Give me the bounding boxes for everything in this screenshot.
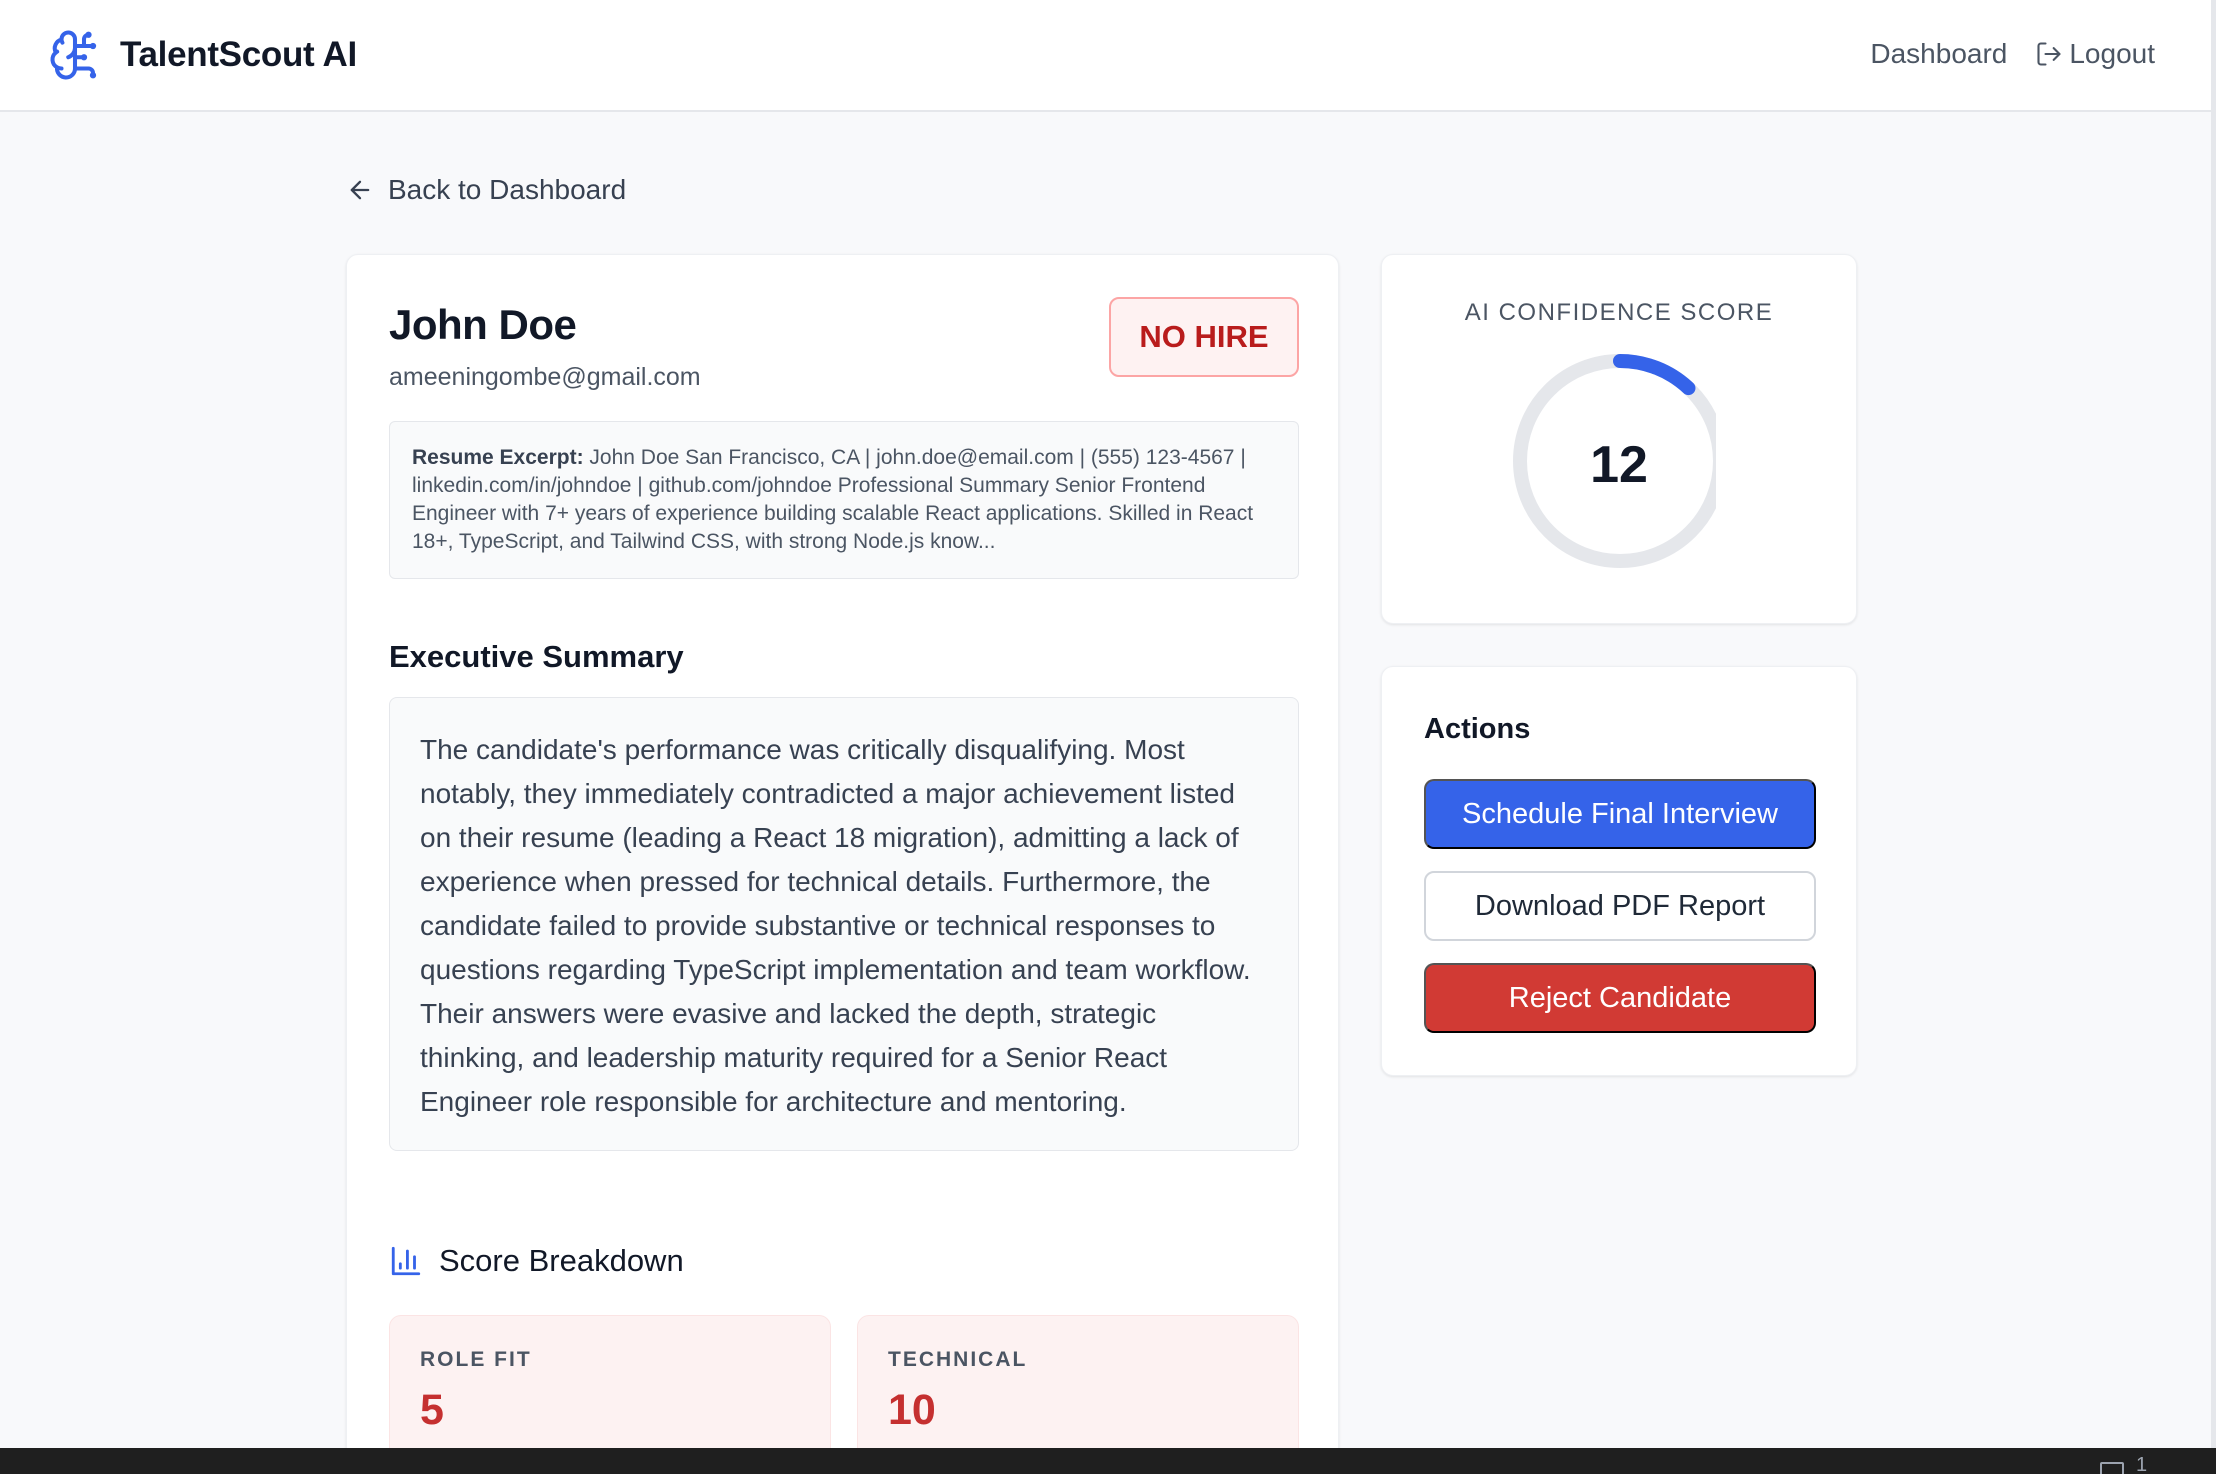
top-nav-bar: TalentScout AI Dashboard Logout — [0, 0, 2211, 112]
status-bar: 1 — [0, 1448, 2216, 1474]
status-bar-text: 1 — [2136, 1454, 2148, 1474]
candidate-email: ameeningombe@gmail.com — [389, 363, 701, 391]
actions-card: Actions Schedule Final Interview Downloa… — [1381, 666, 1857, 1076]
window-icon — [2100, 1462, 2124, 1474]
metric-label: ROLE FIT — [420, 1348, 532, 1371]
back-link-label: Back to Dashboard — [388, 174, 627, 205]
metric-label: TECHNICAL — [888, 1348, 1028, 1371]
arrow-left-icon — [350, 180, 370, 200]
brand-name: TalentScout AI — [120, 35, 357, 74]
download-pdf-button[interactable]: Download PDF Report — [1424, 871, 1816, 941]
back-to-dashboard-link[interactable]: Back to Dashboard — [346, 174, 626, 206]
logout-label: Logout — [2069, 38, 2155, 69]
resume-excerpt: Resume Excerpt: John Doe San Francisco, … — [389, 421, 1299, 579]
logout-icon — [2037, 42, 2061, 66]
actions-title: Actions — [1424, 713, 1531, 745]
logout-button[interactable]: Logout — [2035, 38, 2155, 70]
score-breakdown-header: Score Breakdown — [389, 1243, 684, 1279]
score-breakdown-title: Score Breakdown — [439, 1243, 684, 1278]
bar-chart-icon — [391, 1246, 421, 1276]
executive-summary-title: Executive Summary — [389, 639, 684, 674]
confidence-score-label: AI CONFIDENCE SCORE — [1464, 299, 1774, 326]
candidate-name: John Doe — [389, 301, 577, 348]
brain-icon — [50, 30, 97, 80]
confidence-score-value: 12 — [1590, 436, 1648, 494]
resume-excerpt-label: Resume Excerpt: — [412, 446, 584, 469]
executive-summary-text: The candidate's performance was critical… — [389, 697, 1299, 1151]
vertical-scrollbar[interactable] — [2211, 0, 2216, 1448]
confidence-score-card: AI CONFIDENCE SCORE 12 — [1381, 254, 1857, 624]
verdict-badge: NO HIRE — [1109, 297, 1299, 377]
header-nav: Dashboard Logout — [1870, 38, 2155, 70]
candidate-report-card: John Doe ameeningombe@gmail.com NO HIRE … — [346, 254, 1339, 1474]
nav-dashboard-link[interactable]: Dashboard — [1870, 38, 2007, 70]
reject-candidate-button[interactable]: Reject Candidate — [1424, 963, 1816, 1033]
schedule-interview-button[interactable]: Schedule Final Interview — [1424, 779, 1816, 849]
metric-value: 10 — [888, 1386, 936, 1434]
brand[interactable]: TalentScout AI — [48, 28, 357, 82]
metric-value: 5 — [420, 1386, 444, 1434]
